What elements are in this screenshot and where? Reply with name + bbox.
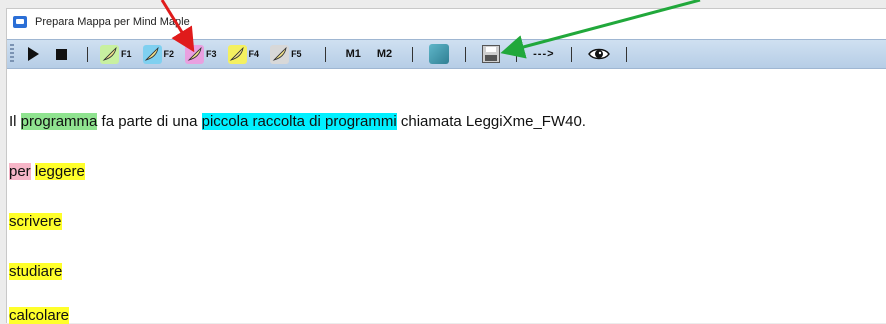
f4-button[interactable]: F4 [227,43,271,65]
f3-button[interactable]: F3 [185,43,228,65]
plain-text: fa parte di una [97,113,202,130]
m2-button[interactable]: M2 [377,43,392,65]
highlight-cyan: piccola raccolta di programmi [201,113,397,130]
f2-label: F2 [163,49,175,59]
eye-icon [587,44,610,64]
toolbar-separator [412,46,414,62]
plain-text: chiamata LeggiXme_FW40. [396,113,586,130]
highlight-green: programma [20,113,98,130]
view-button[interactable] [584,43,614,65]
save-button[interactable] [478,43,504,65]
highlight-yellow: scrivere [9,213,62,230]
highlight-pink: per [9,163,31,180]
text-line: Il programma fa parte di una piccola rac… [9,113,586,130]
plain-text: Il [9,113,21,130]
text-line: studiare [9,263,63,280]
toolbar-separator [465,46,467,62]
toolbar-separator [87,46,88,62]
stop-icon [56,48,67,60]
f4-label: F4 [248,49,260,59]
floppy-disk-icon [482,45,501,63]
app-icon [13,16,27,28]
toolbar-grip[interactable] [10,44,14,64]
feather-icon [227,44,247,64]
mindmap-button[interactable] [425,43,453,65]
toolbar: F1 F2 F3 F4 F5 M1 M2 ---> [7,39,886,69]
text-line: per leggere [9,163,85,180]
document-area[interactable]: Il programma fa parte di una piccola rac… [7,89,886,324]
f3-label: F3 [206,49,217,59]
feather-icon [185,44,205,64]
window-title: Prepara Mappa per Mind Maple [35,16,190,28]
play-icon [28,47,39,61]
highlight-yellow: calcolare [9,307,70,324]
feather-icon [270,44,290,64]
text-line: scrivere [9,213,62,230]
stop-button[interactable] [48,43,75,65]
app-window: Prepara Mappa per Mind Maple F1 F2 F3 F4… [6,8,886,324]
toolbar-separator [516,46,518,62]
f2-button[interactable]: F2 [142,43,186,65]
f1-button[interactable]: F1 [100,43,143,65]
feather-icon [142,44,162,64]
text-line: calcolare [9,307,70,324]
toolbar-separator [625,46,627,62]
highlight-yellow: leggere [34,163,85,180]
feather-icon [100,44,119,64]
toolbar-separator [570,46,572,62]
m1-button[interactable]: M1 [346,43,361,65]
f1-label: F1 [121,49,132,59]
fish-icon [429,44,450,64]
highlight-yellow: studiare [9,263,63,280]
title-bar: Prepara Mappa per Mind Maple [7,9,886,35]
toolbar-separator [324,46,326,62]
f5-label: F5 [291,49,302,59]
f5-button[interactable]: F5 [270,43,313,65]
next-button[interactable]: ---> [533,43,554,65]
play-button[interactable] [20,43,48,65]
